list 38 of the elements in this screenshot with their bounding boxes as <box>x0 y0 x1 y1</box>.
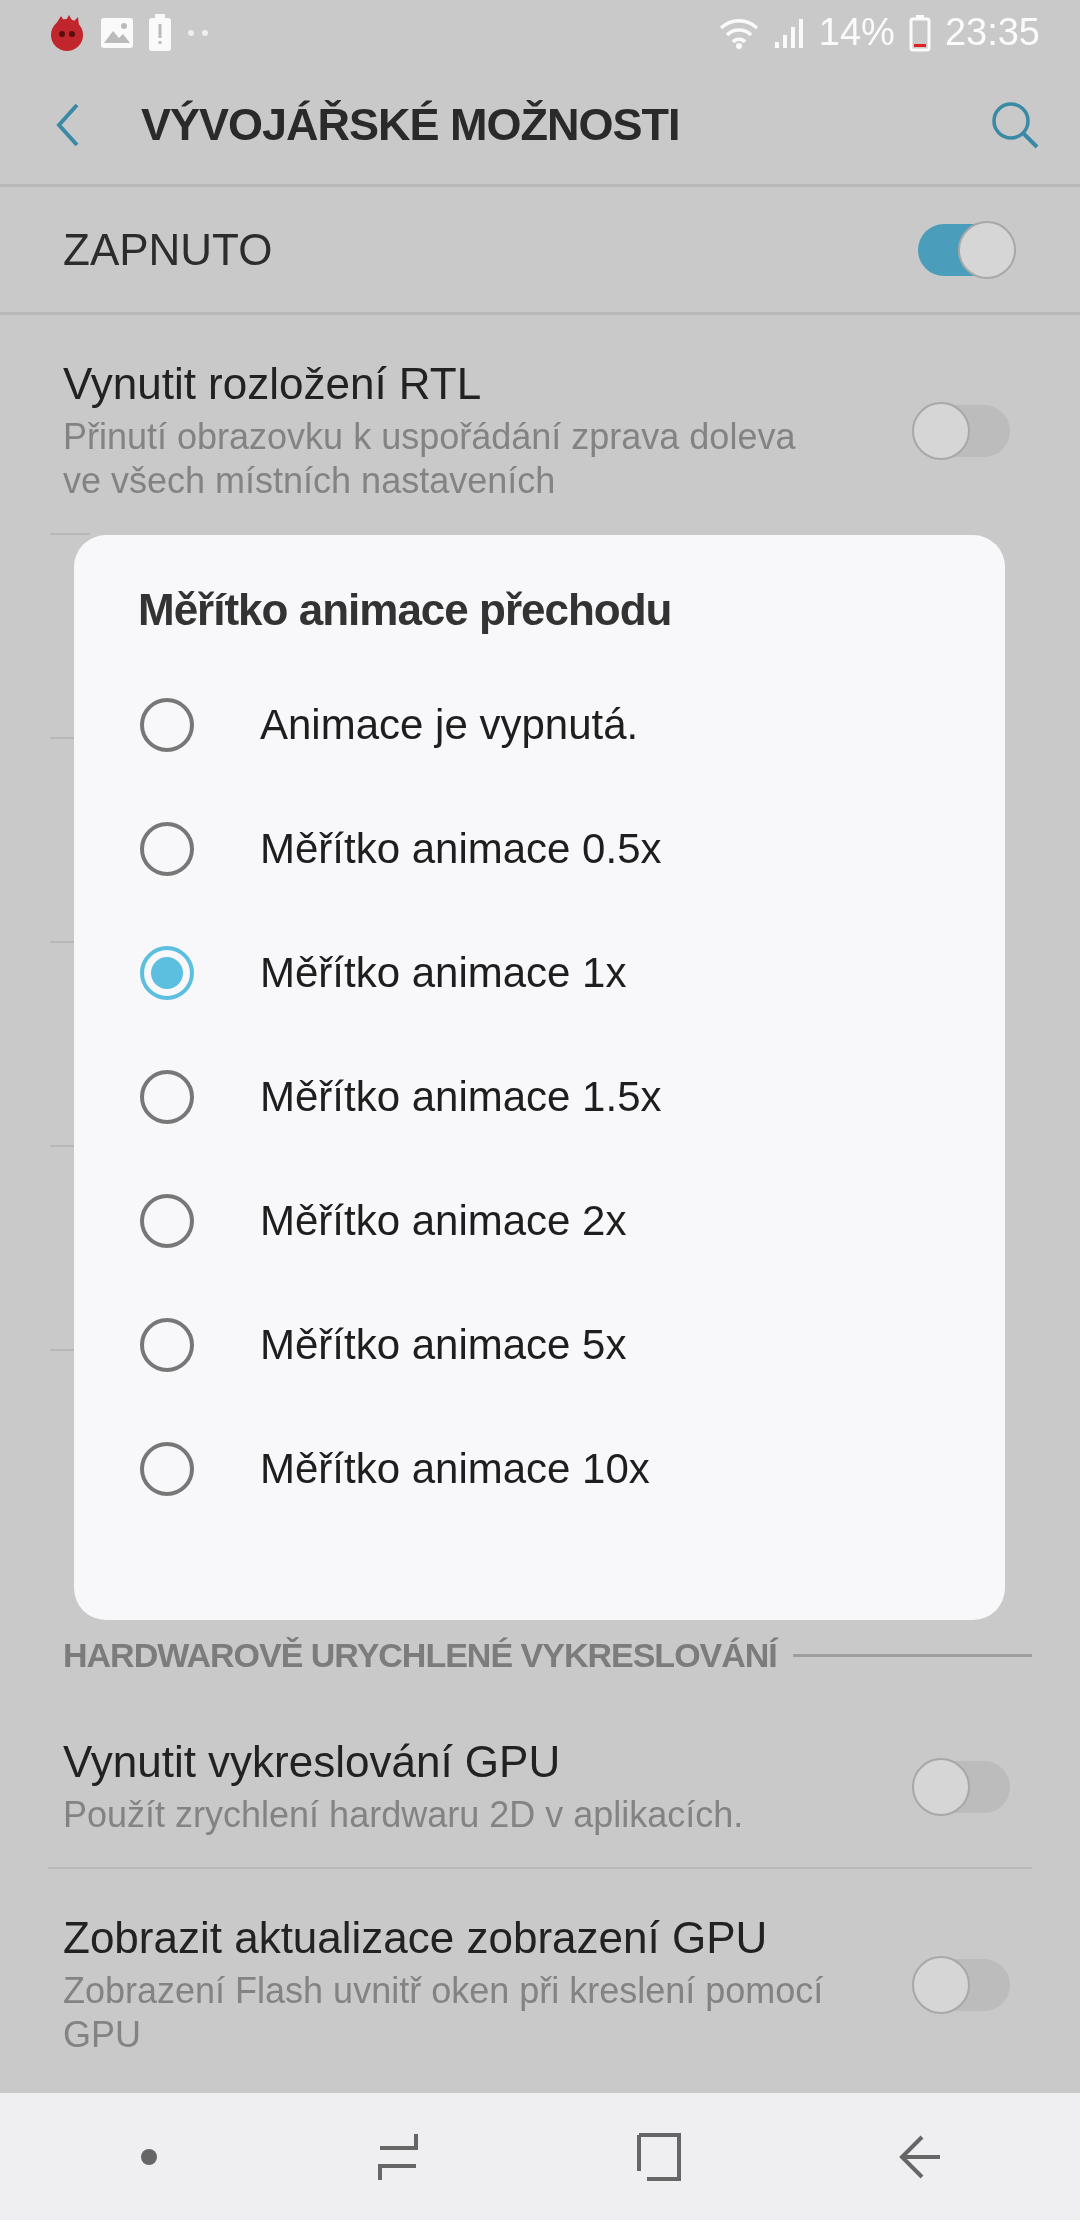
toggle-switch[interactable] <box>914 1761 1010 1813</box>
radio-button[interactable] <box>140 1194 194 1248</box>
dialog-title: Měřítko animace přechodu <box>138 585 672 635</box>
master-switch-label: ZAPNUTO <box>63 224 273 275</box>
setting-description: Zobrazení Flash uvnitř oken při kreslení pomocí GPU <box>63 1969 825 2057</box>
setting-description: Přinutí obrazovku k uspořádání zprava doleva ve všech místních nastaveních <box>63 415 797 503</box>
option-label[interactable]: Měřítko animace 2x <box>260 1197 627 1245</box>
recents-icon[interactable] <box>375 2131 420 2182</box>
setting-description: Použít zrychlení hardwaru 2D v aplikacích. <box>63 1793 744 1837</box>
setting-title: Vynutit rozložení RTL <box>63 359 483 409</box>
option-label[interactable]: Měřítko animace 1x <box>260 949 627 997</box>
image-icon <box>100 16 134 49</box>
setting-title: Zobrazit aktualizace zobrazení GPU <box>63 1913 769 1963</box>
toggle-switch[interactable] <box>914 405 1010 457</box>
setting-title: Vynutit vykreslování GPU <box>63 1737 562 1787</box>
back-icon[interactable] <box>55 101 81 148</box>
toggle-switch[interactable] <box>914 1959 1010 2011</box>
battery-alert-icon <box>148 13 172 52</box>
app-icon <box>48 13 86 52</box>
option-label[interactable]: Měřítko animace 0.5x <box>260 825 662 873</box>
option-label[interactable]: Měřítko animace 5x <box>260 1321 627 1369</box>
option-label[interactable]: Animace je vypnutá. <box>260 701 639 749</box>
home-icon[interactable] <box>636 2132 681 2181</box>
option-label[interactable]: Měřítko animace 10x <box>260 1445 650 1493</box>
option-label[interactable]: Měřítko animace 1.5x <box>260 1073 662 1121</box>
toggle-switch[interactable] <box>918 223 1014 276</box>
radio-button[interactable] <box>140 1318 194 1372</box>
search-icon[interactable] <box>990 99 1040 150</box>
battery-icon <box>908 13 931 52</box>
back-icon[interactable] <box>897 2133 942 2180</box>
radio-button[interactable] <box>140 946 194 1000</box>
dot-icon[interactable] <box>138 2146 159 2167</box>
radio-button[interactable] <box>140 1070 194 1124</box>
radio-button[interactable] <box>140 1442 194 1496</box>
radio-button[interactable] <box>140 822 194 876</box>
page-title: VÝVOJÁŘSKÉ MOŽNOSTI <box>141 98 681 151</box>
radio-button[interactable] <box>140 698 194 752</box>
section-header: HARDWAROVĚ URYCHLENÉ VYKRESLOVÁNÍ <box>63 1635 777 1675</box>
